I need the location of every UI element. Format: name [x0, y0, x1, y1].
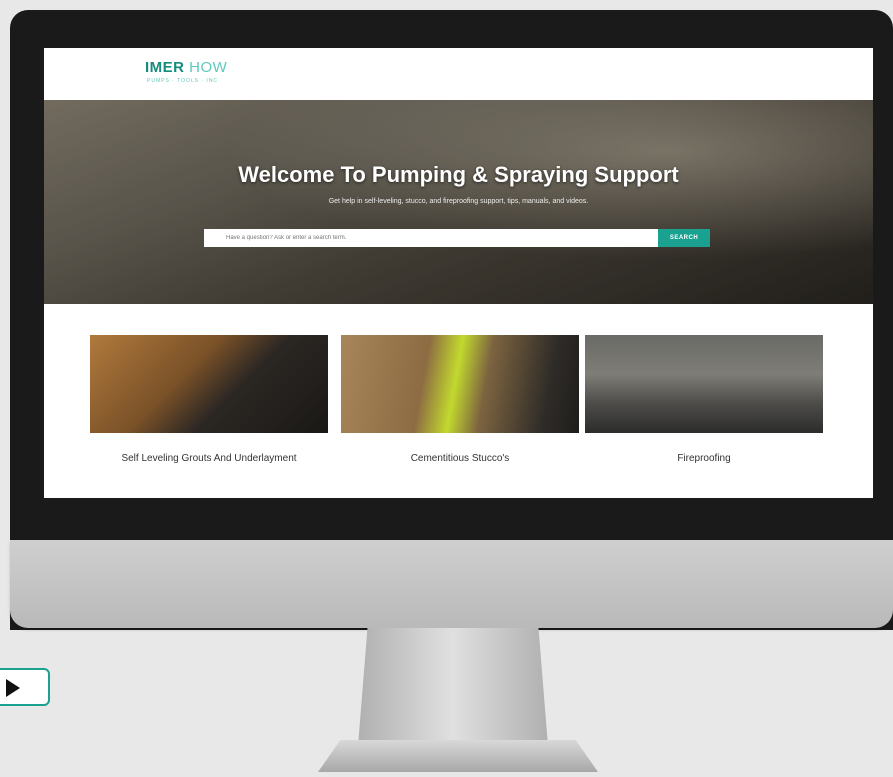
hero-subtitle: Get help in self-leveling, stucco, and f…	[328, 198, 589, 205]
search-input[interactable]	[204, 229, 658, 247]
play-button[interactable]	[0, 668, 50, 706]
screen: IMER HOW PUMPS · TOOLS · INC Welcome To …	[44, 48, 873, 498]
category-card-stucco[interactable]: Cementitious Stucco's	[341, 335, 579, 465]
monitor-stand	[358, 628, 548, 746]
logo-tagline: PUMPS · TOOLS · INC	[147, 78, 219, 84]
card-label[interactable]: Fireproofing	[585, 453, 823, 465]
monitor-base	[318, 740, 598, 772]
category-card-fireproofing[interactable]: Fireproofing	[585, 335, 823, 465]
logo[interactable]: IMER HOW	[145, 59, 227, 76]
self-leveling-image[interactable]	[90, 335, 328, 433]
stucco-image[interactable]	[341, 335, 579, 433]
logo-part-1: IMER	[145, 59, 185, 76]
card-label[interactable]: Cementitious Stucco's	[341, 453, 579, 465]
monitor-chin	[10, 540, 893, 628]
hero-banner: Welcome To Pumping & Spraying Support Ge…	[44, 100, 873, 304]
hero-title: Welcome To Pumping & Spraying Support	[238, 162, 679, 187]
logo-part-2: HOW	[189, 59, 228, 76]
search-button[interactable]: SEARCH	[658, 229, 710, 247]
fireproofing-image[interactable]	[585, 335, 823, 433]
category-card-self-leveling[interactable]: Self Leveling Grouts And Underlayment	[90, 335, 328, 465]
play-icon	[6, 679, 20, 697]
top-bar: IMER HOW PUMPS · TOOLS · INC	[44, 48, 873, 100]
card-label[interactable]: Self Leveling Grouts And Underlayment	[90, 453, 328, 465]
